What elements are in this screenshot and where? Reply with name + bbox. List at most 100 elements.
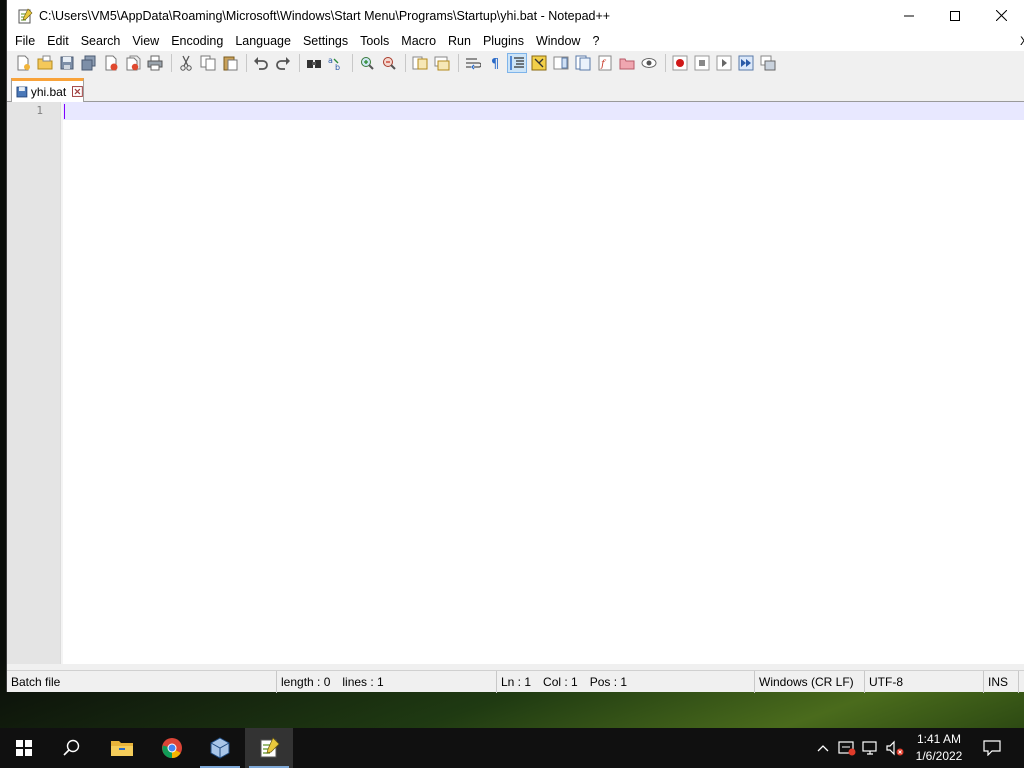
maximize-icon [950,10,960,21]
minimize-icon [904,15,914,16]
doc-map-button[interactable] [551,53,571,73]
chrome-button[interactable] [148,728,196,768]
notifications-icon [983,740,1001,756]
function-list-icon: f [598,55,612,71]
word-wrap-button[interactable] [463,53,483,73]
toolbar-separator [405,54,406,72]
show-hidden-icons-button[interactable] [813,738,833,758]
word-wrap-icon [466,58,481,70]
zoom-in-button[interactable] [357,53,377,73]
stop-record-button[interactable] [692,53,712,73]
menu-file[interactable]: File [7,31,41,51]
editor-area[interactable]: 1 [7,102,1024,664]
doc-map-icon [553,56,569,70]
cut-button[interactable] [176,53,196,73]
new-file-button[interactable] [13,53,33,73]
replace-button[interactable]: ab [326,53,346,73]
title-bar[interactable]: C:\Users\VM5\AppData\Roaming\Microsoft\W… [7,0,1024,31]
stop-record-icon [694,55,710,71]
close-file-icon [105,55,118,71]
shield-alert-icon [838,741,856,756]
close-document-button[interactable]: X [1020,31,1024,51]
toolbar-separator [665,54,666,72]
status-insert-mode[interactable]: INS [984,670,1019,693]
tab-close-icon[interactable] [72,86,83,97]
save-all-button[interactable] [79,53,99,73]
security-tray-button[interactable] [837,738,857,758]
function-list-button[interactable]: f [595,53,615,73]
indent-guide-button[interactable] [507,53,527,73]
minimize-button[interactable] [886,0,932,31]
notepadpp-icon [260,737,280,758]
run-macro-multiple-button[interactable] [736,53,756,73]
search-icon [63,739,80,756]
close-window-button[interactable] [978,0,1024,31]
print-button[interactable] [145,53,165,73]
open-file-icon [37,55,53,70]
close-icon [995,10,1007,21]
menu-bar: File Edit Search View Encoding Language … [7,31,1024,51]
taskbar: 1:41 AM 1/6/2022 [0,728,1024,768]
menu-run[interactable]: Run [442,31,477,51]
notepadpp-window: C:\Users\VM5\AppData\Roaming\Microsoft\W… [6,0,1024,693]
doc-list-button[interactable] [573,53,593,73]
toolbar-separator [352,54,353,72]
volume-tray-button[interactable] [885,738,905,758]
paste-button[interactable] [220,53,240,73]
open-file-button[interactable] [35,53,55,73]
undo-icon [254,57,268,70]
cut-icon [180,55,192,71]
playback-icon [716,55,732,71]
toolbar-separator [171,54,172,72]
copy-icon [200,55,216,71]
user-language-button[interactable] [529,53,549,73]
menu-settings[interactable]: Settings [297,31,354,51]
folder-as-workspace-button[interactable] [617,53,637,73]
status-length-lines: length : 0 lines : 1 [277,670,497,693]
status-eol[interactable]: Windows (CR LF) [755,670,865,693]
start-button[interactable] [0,728,48,768]
redo-button[interactable] [273,53,293,73]
copy-button[interactable] [198,53,218,73]
menu-edit[interactable]: Edit [41,31,75,51]
undo-button[interactable] [251,53,271,73]
window-title: C:\Users\VM5\AppData\Roaming\Microsoft\W… [39,8,611,23]
menu-language[interactable]: Language [229,31,297,51]
close-all-button[interactable] [123,53,143,73]
menu-plugins[interactable]: Plugins [477,31,530,51]
menu-tools[interactable]: Tools [354,31,395,51]
notepadpp-taskbar-button[interactable] [245,728,293,768]
tab-yhi-bat[interactable]: yhi.bat [11,78,84,102]
find-icon [307,60,321,68]
save-icon [60,56,74,70]
close-file-button[interactable] [101,53,121,73]
menu-search[interactable]: Search [75,31,127,51]
show-all-chars-button[interactable]: ¶ [485,53,505,73]
save-macro-button[interactable] [758,53,778,73]
menu-window[interactable]: Window [530,31,586,51]
monitoring-button[interactable] [639,53,659,73]
notification-center-button[interactable] [982,738,1002,758]
maximize-button[interactable] [932,0,978,31]
playback-button[interactable] [714,53,734,73]
tab-bar: yhi.bat [7,75,1024,102]
sync-vertical-button[interactable] [410,53,430,73]
record-macro-button[interactable] [670,53,690,73]
sync-horizontal-button[interactable] [432,53,452,73]
new-file-icon [17,55,30,71]
search-button[interactable] [48,728,96,768]
current-line-highlight [63,102,1024,120]
clock[interactable]: 1:41 AM 1/6/2022 [905,731,973,765]
menu-macro[interactable]: Macro [395,31,442,51]
menu-view[interactable]: View [126,31,165,51]
zoom-out-button[interactable] [379,53,399,73]
save-button[interactable] [57,53,77,73]
notepadpp-app-icon [18,7,33,23]
status-encoding[interactable]: UTF-8 [865,670,984,693]
file-explorer-button[interactable] [98,728,146,768]
menu-help[interactable]: ? [586,31,605,51]
find-button[interactable] [304,53,324,73]
virtualbox-button[interactable] [196,728,244,768]
network-tray-button[interactable] [861,738,881,758]
menu-encoding[interactable]: Encoding [165,31,229,51]
